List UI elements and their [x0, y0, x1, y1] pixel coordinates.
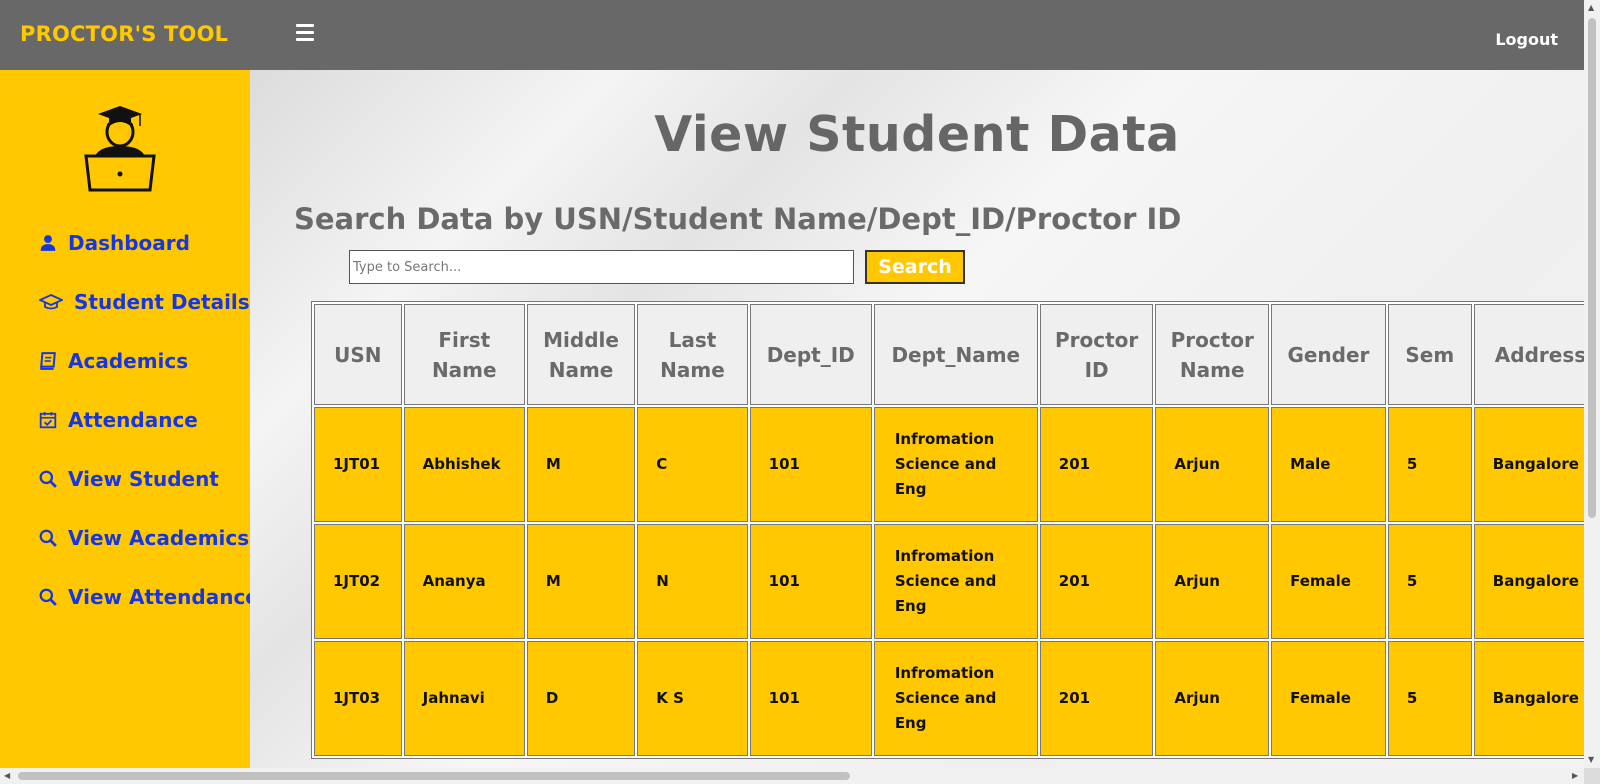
- book-icon: [38, 351, 58, 371]
- hamburger-menu-icon[interactable]: [296, 24, 320, 44]
- table-row: 1JT03 Jahnavi D K S 101 Infromation Scie…: [314, 641, 1584, 756]
- search-icon: [38, 469, 58, 489]
- cell-sem: 5: [1387, 524, 1472, 639]
- search-button[interactable]: Search: [865, 250, 965, 284]
- cell-gender: Female: [1271, 524, 1386, 639]
- sidebar-item-label: Student Details: [74, 290, 250, 314]
- cell-dept-id: 101: [749, 407, 872, 522]
- column-header-usn: USN: [314, 304, 402, 405]
- cell-proctor-id: 201: [1039, 641, 1154, 756]
- horizontal-scrollbar-thumb[interactable]: [18, 772, 850, 780]
- cell-dept-name: Infromation Science and Eng: [873, 641, 1038, 756]
- sidebar-item-view-academics[interactable]: View Academics: [38, 523, 249, 553]
- column-header-sem: Sem: [1387, 304, 1472, 405]
- column-header-proctor-id: Proctor ID: [1039, 304, 1154, 405]
- cell-dept-name: Infromation Science and Eng: [873, 407, 1038, 522]
- sidebar-item-label: View Student: [68, 467, 219, 491]
- cell-middle-name: D: [526, 641, 636, 756]
- logout-link[interactable]: Logout: [1495, 30, 1558, 49]
- sidebar: Dashboard Student Details Academics Atte…: [0, 70, 259, 768]
- table-row: 1JT01 Abhishek M C 101 Infromation Scien…: [314, 407, 1584, 522]
- column-header-gender: Gender: [1271, 304, 1386, 405]
- student-table-container: USN First Name Middle Name Last Name Dep…: [311, 301, 1584, 759]
- student-data-table: USN First Name Middle Name Last Name Dep…: [311, 301, 1584, 759]
- cell-middle-name: M: [526, 407, 636, 522]
- cell-proctor-name: Arjun: [1155, 407, 1270, 522]
- sidebar-item-view-attendance[interactable]: View Attendance: [38, 582, 259, 612]
- sidebar-item-label: Dashboard: [68, 231, 190, 255]
- cell-gender: Female: [1271, 641, 1386, 756]
- cell-last-name: N: [637, 524, 748, 639]
- cell-first-name: Jahnavi: [403, 641, 525, 756]
- column-header-dept-name: Dept_Name: [873, 304, 1038, 405]
- cell-last-name: K S: [637, 641, 748, 756]
- cell-proctor-name: Arjun: [1155, 641, 1270, 756]
- scroll-left-arrow-icon[interactable]: ◀: [4, 772, 10, 780]
- main-content: View Student Data Search Data by USN/Stu…: [250, 70, 1584, 768]
- table-header-row: USN First Name Middle Name Last Name Dep…: [314, 304, 1584, 405]
- cell-address: Bangalore: [1473, 641, 1584, 756]
- sidebar-item-label: Academics: [68, 349, 189, 373]
- scrollbar-corner: [1584, 768, 1600, 784]
- cell-dept-id: 101: [749, 524, 872, 639]
- cell-last-name: C: [637, 407, 748, 522]
- brand-logo[interactable]: PROCTOR'S TOOL: [20, 22, 228, 46]
- cell-proctor-name: Arjun: [1155, 524, 1270, 639]
- cell-sem: 5: [1387, 641, 1472, 756]
- cell-sem: 5: [1387, 407, 1472, 522]
- column-header-proctor-name: Proctor Name: [1155, 304, 1270, 405]
- cell-usn: 1JT03: [314, 641, 402, 756]
- cell-proctor-id: 201: [1039, 524, 1154, 639]
- column-header-first-name: First Name: [403, 304, 525, 405]
- search-icon: [38, 528, 58, 548]
- sidebar-item-attendance[interactable]: Attendance: [38, 405, 198, 435]
- cell-address: Bangalore: [1473, 407, 1584, 522]
- cell-middle-name: M: [526, 524, 636, 639]
- page-title: View Student Data: [654, 106, 1180, 163]
- calendar-check-icon: [38, 410, 58, 430]
- cell-proctor-id: 201: [1039, 407, 1154, 522]
- search-label: Search Data by USN/Student Name/Dept_ID/…: [294, 202, 1182, 236]
- horizontal-scrollbar[interactable]: ◀ ▶: [0, 768, 1584, 784]
- sidebar-item-label: View Attendance: [68, 585, 259, 609]
- scroll-down-arrow-icon[interactable]: ▼: [1588, 756, 1594, 764]
- cell-first-name: Ananya: [403, 524, 525, 639]
- sidebar-item-view-student[interactable]: View Student: [38, 464, 219, 494]
- sidebar-item-dashboard[interactable]: Dashboard: [38, 228, 190, 258]
- student-avatar-icon: [84, 106, 156, 192]
- cell-dept-id: 101: [749, 641, 872, 756]
- cell-first-name: Abhishek: [403, 407, 525, 522]
- cell-address: Bangalore: [1473, 524, 1584, 639]
- cell-gender: Male: [1271, 407, 1386, 522]
- search-input[interactable]: [349, 250, 854, 284]
- column-header-last-name: Last Name: [637, 304, 748, 405]
- sidebar-item-academics[interactable]: Academics: [38, 346, 188, 376]
- cell-usn: 1JT02: [314, 524, 402, 639]
- vertical-scrollbar[interactable]: ▲ ▼: [1584, 0, 1600, 768]
- sidebar-item-student-details[interactable]: Student Details: [38, 287, 250, 317]
- scroll-right-arrow-icon[interactable]: ▶: [1572, 772, 1578, 780]
- scroll-up-arrow-icon[interactable]: ▲: [1588, 4, 1594, 12]
- user-icon: [38, 233, 58, 253]
- column-header-middle-name: Middle Name: [526, 304, 636, 405]
- table-row: 1JT02 Ananya M N 101 Infromation Science…: [314, 524, 1584, 639]
- cell-dept-name: Infromation Science and Eng: [873, 524, 1038, 639]
- search-icon: [38, 587, 58, 607]
- top-bar: PROCTOR'S TOOL Logout: [0, 0, 1584, 70]
- graduation-cap-icon: [38, 292, 64, 312]
- cell-usn: 1JT01: [314, 407, 402, 522]
- vertical-scrollbar-thumb[interactable]: [1588, 18, 1596, 518]
- column-header-address: Address: [1473, 304, 1584, 405]
- sidebar-item-label: View Academics: [68, 526, 250, 550]
- sidebar-item-label: Attendance: [68, 408, 198, 432]
- column-header-dept-id: Dept_ID: [749, 304, 872, 405]
